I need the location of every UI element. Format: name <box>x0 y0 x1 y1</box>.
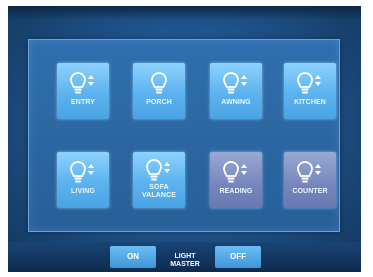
light-button-kitchen[interactable]: KITCHEN <box>284 63 336 119</box>
light-label: AWNING <box>221 99 251 106</box>
light-bulb-icon <box>133 158 185 186</box>
top-shade <box>8 6 361 20</box>
light-master-label: LIGHT MASTER <box>160 253 210 269</box>
light-bulb-icon <box>210 158 262 186</box>
light-label: COUNTER <box>292 188 328 195</box>
master-control-bar: ON LIGHT MASTER OFF <box>8 242 361 272</box>
light-bulb-icon <box>210 69 262 97</box>
light-button-reading[interactable]: READING <box>210 152 262 208</box>
light-label-line1: SOFA <box>149 184 169 191</box>
light-master-line2: MASTER <box>170 261 200 268</box>
light-label-line2: VALANCE <box>141 192 176 199</box>
master-off-button[interactable]: OFF <box>215 246 261 268</box>
master-on-button[interactable]: ON <box>110 246 156 268</box>
light-label: ENTRY <box>71 99 95 106</box>
light-master-line1: LIGHT <box>174 253 196 260</box>
light-label: KITCHEN <box>294 99 326 106</box>
dimmer-up-arrow <box>88 75 94 79</box>
light-button-counter[interactable]: COUNTER <box>284 152 336 208</box>
light-label: LIVING <box>71 188 95 195</box>
light-bulb-icon <box>284 158 336 186</box>
light-label: PORCH <box>146 99 172 106</box>
light-button-porch[interactable]: PORCH <box>133 63 185 119</box>
light-bulb-icon <box>133 69 185 97</box>
light-bulb-icon <box>57 69 109 97</box>
light-label: READING <box>219 188 253 195</box>
light-bulb-icon <box>284 69 336 97</box>
light-button-entry[interactable]: ENTRY <box>57 63 109 119</box>
lighting-screen: ENTRY PORCH AWNING KITCHEN LIVING SOFA V… <box>8 6 361 272</box>
lights-panel: ENTRY PORCH AWNING KITCHEN LIVING SOFA V… <box>28 39 340 232</box>
light-button-living[interactable]: LIVING <box>57 152 109 208</box>
light-button-sofa-valance[interactable]: SOFA VALANCE <box>133 152 185 208</box>
light-label: SOFA VALANCE <box>133 184 185 200</box>
dimmer-down-arrow <box>88 82 94 86</box>
light-bulb-icon <box>57 158 109 186</box>
light-button-awning[interactable]: AWNING <box>210 63 262 119</box>
